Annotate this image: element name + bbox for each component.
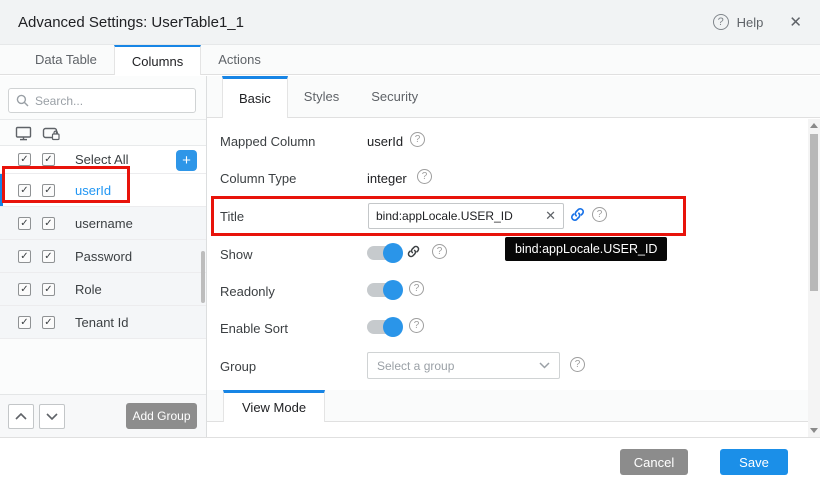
sidebar-item-password[interactable]: ✓ ✓ Password	[0, 240, 206, 273]
userid-desktop-checkbox[interactable]: ✓	[18, 184, 31, 197]
password-mobile-checkbox[interactable]: ✓	[42, 250, 55, 263]
search-icon	[16, 94, 29, 107]
mapped-column-help-icon[interactable]: ?	[410, 132, 425, 147]
tenantid-desktop-checkbox[interactable]: ✓	[18, 316, 31, 329]
mapped-column-value: userId	[367, 134, 403, 149]
tab-basic[interactable]: Basic	[222, 76, 288, 118]
mobile-lock-icon[interactable]	[42, 126, 61, 141]
sidebar-item-label: username	[75, 216, 133, 231]
tab-view-mode[interactable]: View Mode	[223, 390, 325, 422]
sidebar-scrollbar[interactable]	[201, 251, 205, 303]
sidebar-item-tenant-id[interactable]: ✓ ✓ Tenant Id	[0, 306, 206, 339]
show-help-icon[interactable]: ?	[432, 244, 447, 259]
show-link-icon[interactable]	[406, 244, 421, 259]
sidebar-item-userid[interactable]: ✓ ✓ userId	[0, 174, 206, 207]
main-tab-bar: Data Table Columns Actions	[0, 45, 820, 75]
view-mode-tab-bar: View Mode	[207, 390, 808, 422]
title-input-wrap: ✕	[368, 203, 564, 229]
desktop-icon[interactable]	[15, 126, 32, 141]
move-down-button[interactable]	[39, 404, 65, 429]
enable-sort-help-icon[interactable]: ?	[409, 318, 424, 333]
advanced-settings-dialog: Advanced Settings: UserTable1_1 ? Help ✕…	[0, 0, 820, 490]
scrollbar-thumb[interactable]	[810, 134, 818, 291]
search-input[interactable]	[35, 94, 188, 108]
sidebar-item-username[interactable]: ✓ ✓ username	[0, 207, 206, 240]
group-select[interactable]: Select a group	[367, 352, 560, 379]
tab-data-table[interactable]: Data Table	[18, 45, 114, 74]
show-label: Show	[220, 247, 253, 262]
select-all-label: Select All	[75, 152, 128, 167]
select-all-desktop-checkbox[interactable]: ✓	[18, 153, 31, 166]
add-column-button[interactable]: +	[176, 150, 197, 171]
scroll-down-arrow-icon[interactable]	[810, 428, 818, 433]
dialog-title: Advanced Settings: UserTable1_1	[18, 14, 244, 31]
group-select-placeholder: Select a group	[377, 359, 539, 373]
readonly-help-icon[interactable]: ?	[409, 281, 424, 296]
scroll-up-arrow-icon[interactable]	[810, 123, 818, 128]
title-label: Title	[220, 209, 244, 224]
help-link[interactable]: Help	[737, 15, 764, 30]
dialog-header: Advanced Settings: UserTable1_1 ? Help ✕	[0, 0, 820, 45]
group-help-icon[interactable]: ?	[570, 357, 585, 372]
role-desktop-checkbox[interactable]: ✓	[18, 283, 31, 296]
sidebar-item-label: Role	[75, 282, 102, 297]
readonly-toggle[interactable]	[367, 283, 401, 297]
column-type-label: Column Type	[220, 171, 296, 186]
column-type-help-icon[interactable]: ?	[417, 169, 432, 184]
mapped-column-label: Mapped Column	[220, 134, 315, 149]
username-desktop-checkbox[interactable]: ✓	[18, 217, 31, 230]
add-group-button[interactable]: Add Group	[126, 403, 197, 429]
tenantid-mobile-checkbox[interactable]: ✓	[42, 316, 55, 329]
role-mobile-checkbox[interactable]: ✓	[42, 283, 55, 296]
sidebar-item-label: Password	[75, 249, 132, 264]
selected-indicator	[0, 174, 3, 206]
chevron-down-icon	[539, 362, 550, 369]
column-type-value: integer	[367, 171, 407, 186]
username-mobile-checkbox[interactable]: ✓	[42, 217, 55, 230]
enable-sort-label: Enable Sort	[220, 321, 288, 336]
tab-columns[interactable]: Columns	[114, 45, 201, 75]
dialog-footer: Cancel Save	[0, 437, 820, 490]
sub-tab-bar: Basic Styles Security	[207, 76, 820, 118]
search-box[interactable]	[8, 88, 196, 113]
panel-scrollbar[interactable]	[808, 119, 820, 437]
select-all-mobile-checkbox[interactable]: ✓	[42, 153, 55, 166]
device-visibility-icons	[0, 120, 206, 146]
move-up-button[interactable]	[8, 404, 34, 429]
tab-styles[interactable]: Styles	[288, 76, 355, 117]
select-all-row[interactable]: ✓ ✓ Select All +	[0, 146, 206, 174]
chevron-up-icon	[15, 413, 27, 420]
tab-actions[interactable]: Actions	[201, 45, 278, 74]
title-input[interactable]	[376, 209, 541, 223]
title-help-icon[interactable]: ?	[592, 207, 607, 222]
password-desktop-checkbox[interactable]: ✓	[18, 250, 31, 263]
close-icon[interactable]: ✕	[789, 13, 802, 31]
bind-link-icon[interactable]	[569, 206, 586, 223]
title-bind-tooltip: bind:appLocale.USER_ID	[505, 237, 667, 261]
userid-mobile-checkbox[interactable]: ✓	[42, 184, 55, 197]
sidebar-item-label: userId	[75, 183, 111, 198]
enable-sort-toggle[interactable]	[367, 320, 401, 334]
clear-icon[interactable]: ✕	[545, 208, 556, 224]
sidebar-footer: Add Group	[0, 394, 206, 437]
save-button[interactable]: Save	[720, 449, 788, 475]
cancel-button[interactable]: Cancel	[620, 449, 688, 475]
help-icon[interactable]: ?	[713, 14, 729, 30]
tab-security[interactable]: Security	[355, 76, 434, 117]
readonly-label: Readonly	[220, 284, 275, 299]
group-label: Group	[220, 359, 256, 374]
show-toggle[interactable]	[367, 246, 401, 260]
columns-sidebar: ✓ ✓ Select All + ✓ ✓ userId ✓ ✓ username	[0, 76, 207, 437]
sidebar-item-role[interactable]: ✓ ✓ Role	[0, 273, 206, 306]
chevron-down-icon	[46, 413, 58, 420]
sidebar-item-label: Tenant Id	[75, 315, 129, 330]
